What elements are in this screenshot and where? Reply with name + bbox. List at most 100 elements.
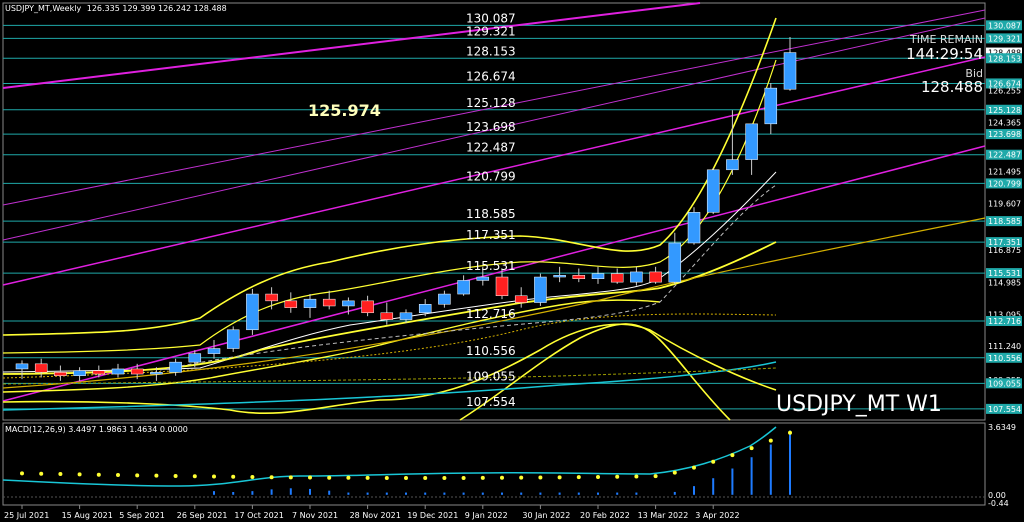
- level-label: 107.554: [466, 395, 516, 409]
- time-axis-label: 28 Nov 2021: [350, 511, 401, 520]
- level-label: 130.087: [466, 11, 516, 25]
- macd-signal-dot: [557, 475, 562, 480]
- candle-body: [572, 275, 586, 279]
- candle-body: [380, 312, 394, 320]
- macd-signal-dot: [711, 459, 716, 464]
- price-axis: 130.087129.321128.488128.153126.674126.2…: [986, 20, 1022, 414]
- time-axis-label: 30 Jan 2022: [522, 511, 570, 520]
- candle-body: [783, 52, 797, 90]
- macd-axis-label: -0.44: [988, 499, 1009, 508]
- macd-signal-dot: [77, 472, 82, 477]
- macd-signal-dot: [39, 471, 44, 476]
- macd-signal-dot: [327, 475, 332, 480]
- price-axis-label: 124.365: [988, 119, 1021, 128]
- macd-signal-dot: [269, 475, 274, 480]
- price-axis-label: 107.554: [988, 405, 1021, 414]
- candle-body: [399, 312, 413, 320]
- macd-signal-dot: [96, 472, 101, 477]
- macd-signal-dot: [231, 474, 236, 479]
- price-axis-label: 122.487: [988, 151, 1021, 160]
- price-axis-label: 114.985: [988, 278, 1021, 287]
- candle-body: [284, 300, 298, 308]
- macd-signal-dot: [596, 474, 600, 479]
- price-axis-label: 116.875: [988, 246, 1021, 255]
- candle-body: [169, 361, 182, 373]
- price-axis-label: 109.055: [988, 379, 1021, 388]
- macd-signal-dot: [538, 475, 543, 480]
- macd-signal-dot: [730, 453, 735, 458]
- time-axis-label: 15 Aug 2021: [62, 511, 113, 520]
- price-axis-label: 130.087: [988, 21, 1021, 30]
- macd-signal-dot: [615, 474, 620, 479]
- candle-body: [150, 372, 163, 375]
- candle-body: [726, 159, 739, 171]
- macd-signal-dot: [116, 473, 120, 478]
- time-axis-label: 19 Dec 2021: [407, 511, 458, 520]
- macd-signal-dot: [288, 475, 293, 480]
- candle-body: [73, 370, 86, 376]
- candle-body: [34, 363, 48, 373]
- candle-body: [687, 212, 701, 244]
- macd-signal-dot: [20, 471, 24, 476]
- level-label: 117.351: [466, 228, 516, 242]
- macd-signal-dot: [576, 475, 581, 480]
- chart-header: USDJPY_MT,Weekly 126.335 129.399 126.242…: [5, 4, 227, 13]
- symbol-watermark: USDJPY_MT W1: [776, 392, 942, 417]
- price-axis-label: 126.255: [988, 87, 1021, 96]
- candle-body: [706, 169, 720, 213]
- level-label: 125.128: [466, 96, 516, 110]
- candle-body: [649, 271, 662, 283]
- ohlc-label: 126.335 129.399 126.242 128.488: [86, 4, 227, 13]
- macd-signal-dot: [672, 470, 677, 475]
- price-axis-label: 115.531: [988, 269, 1021, 278]
- macd-signal-dot: [461, 475, 466, 480]
- price-axis-label: 125.128: [988, 106, 1021, 115]
- time-axis-label: 7 Nov 2021: [292, 511, 338, 520]
- symbol-label: USDJPY_MT,Weekly: [5, 4, 82, 13]
- candle-body: [457, 280, 470, 295]
- candle-body: [15, 363, 29, 370]
- candle-body: [188, 353, 202, 363]
- price-axis-label: 112.716: [988, 317, 1021, 326]
- macd-signal-dot: [135, 473, 140, 478]
- candle-body: [111, 368, 125, 375]
- highlight-price: 125.974: [308, 101, 381, 120]
- candle-body: [246, 293, 259, 331]
- price-axis-label: 120.799: [988, 179, 1021, 188]
- candle-body: [303, 298, 317, 308]
- level-label: 123.698: [466, 120, 516, 134]
- candle-body: [591, 273, 605, 279]
- price-axis-label: 129.321: [988, 34, 1021, 43]
- macd-signal-dot: [788, 430, 792, 435]
- candle-body: [342, 300, 355, 307]
- macd-signal-dot: [192, 474, 197, 479]
- level-label: 122.487: [466, 141, 516, 155]
- candle-body: [495, 276, 509, 297]
- candle-body: [610, 273, 624, 283]
- price-axis-label: 123.698: [988, 130, 1021, 139]
- candle-body: [476, 276, 490, 281]
- level-label: 115.531: [466, 259, 516, 273]
- macd-signal-dot: [442, 475, 447, 480]
- candle-body: [265, 293, 278, 302]
- time-axis-label: 5 Sep 2021: [119, 511, 165, 520]
- macd-signal-dot: [500, 475, 504, 480]
- candle-body: [322, 298, 336, 307]
- macd-signal-dot: [250, 474, 255, 479]
- macd-signal-dot: [749, 446, 754, 451]
- price-axis-label: 128.153: [988, 54, 1021, 63]
- candle-body: [207, 348, 221, 354]
- time-axis-label: 3 Apr 2022: [695, 511, 739, 520]
- level-label: 128.153: [466, 44, 516, 58]
- candle-body: [745, 123, 758, 160]
- price-axis-label: 110.556: [988, 354, 1021, 363]
- candle-body: [54, 372, 67, 376]
- time-axis-label: 25 Jul 2021: [4, 511, 49, 520]
- macd-signal-dot: [480, 475, 485, 480]
- macd-signal-dot: [768, 438, 773, 443]
- level-label: 110.556: [466, 344, 516, 358]
- macd-signal-dot: [212, 474, 216, 479]
- time-axis-label: 26 Sep 2021: [177, 511, 228, 520]
- level-labels: 130.087129.321 128.153 126.674 125.128 123.6…: [466, 11, 516, 409]
- candle-body: [361, 300, 374, 314]
